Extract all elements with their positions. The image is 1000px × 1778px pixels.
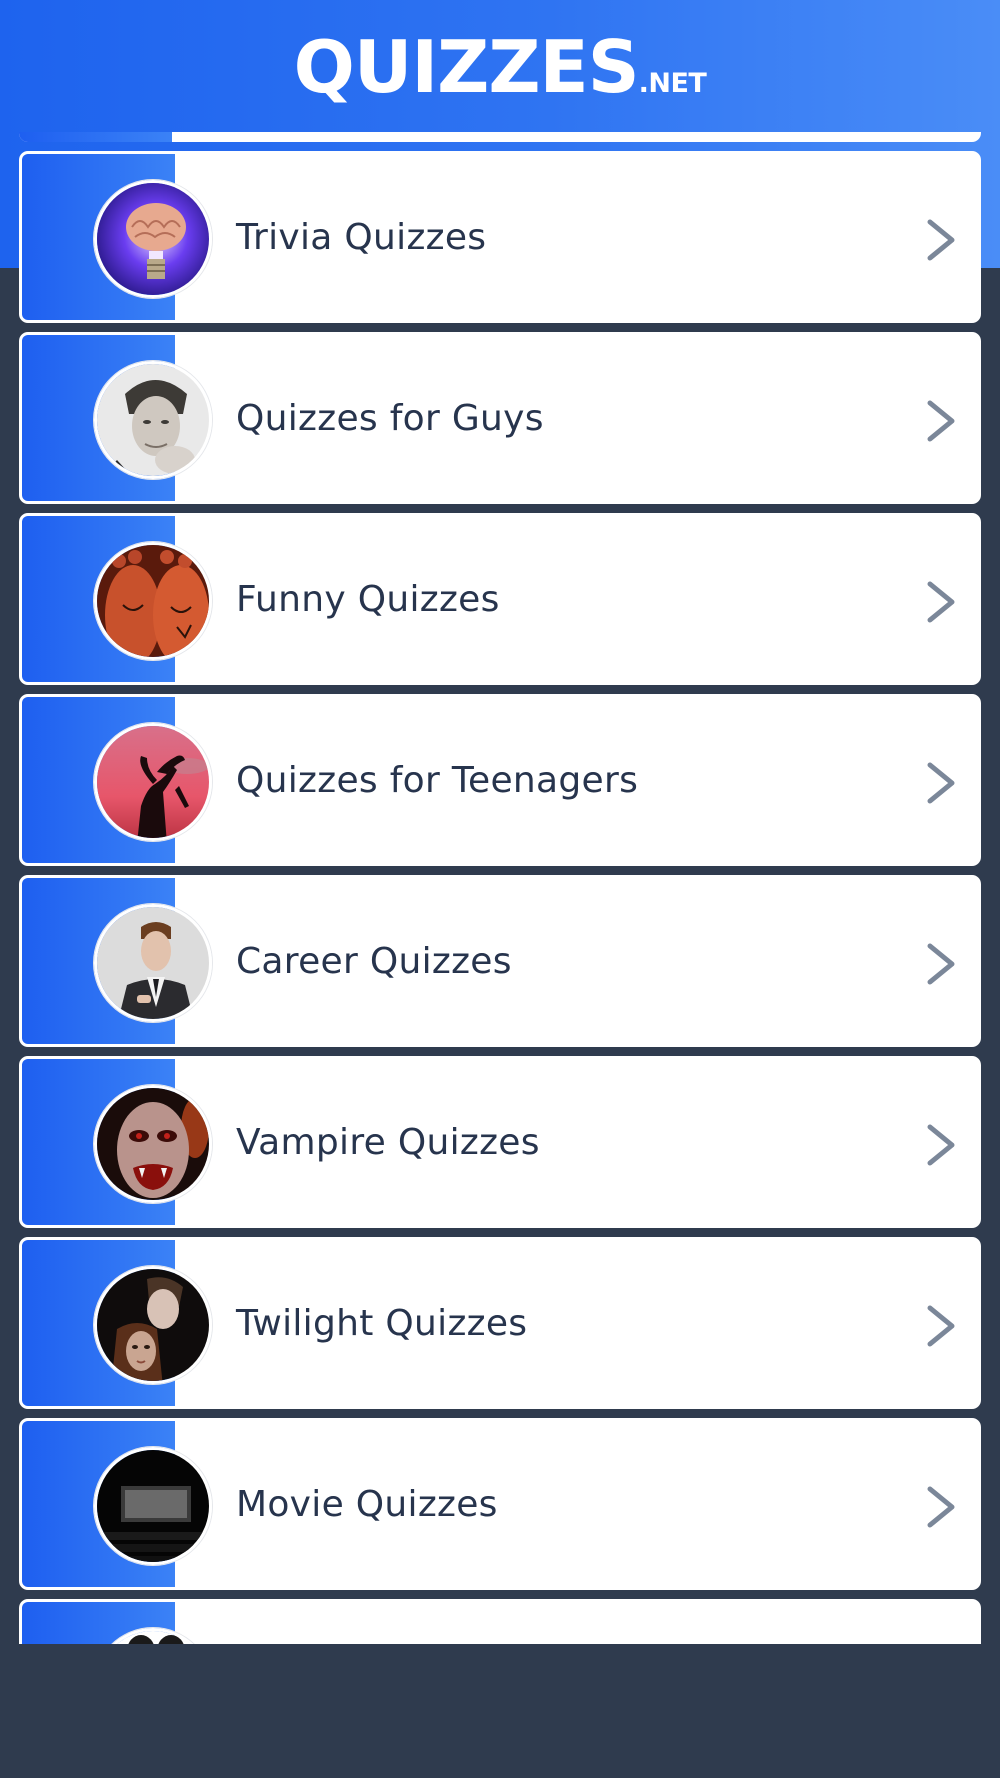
category-label: Twilight Quizzes: [236, 1302, 528, 1344]
movie-theater-image: [94, 1447, 212, 1565]
vampire-face-image: [94, 1085, 212, 1203]
brain-lightbulb-image: [94, 180, 212, 298]
arrow-right-icon: [878, 1124, 955, 1166]
arrow-right-icon: [878, 400, 955, 442]
category-label: Vampire Quizzes: [236, 1121, 540, 1163]
category-label: Movie Quizzes: [236, 1483, 498, 1525]
dancing-silhouette-image: [94, 723, 212, 841]
painted-feet-image: [94, 542, 212, 660]
arrow-right-icon: [878, 219, 955, 261]
arrow-right-icon: [878, 943, 955, 985]
category-label: Quizzes for Guys: [236, 397, 544, 439]
category-label: Trivia Quizzes: [236, 216, 487, 258]
category-card-teenagers[interactable]: Quizzes for Teenagers: [19, 694, 981, 866]
logo-suffix: .NET: [638, 68, 707, 99]
category-label: Funny Quizzes: [236, 578, 500, 620]
category-list: Trivia Quizzes Quizzes for Guys Funny Qu…: [0, 0, 1000, 1644]
category-card-vampire[interactable]: Vampire Quizzes: [19, 1056, 981, 1228]
category-card-partial-bottom[interactable]: [19, 1599, 981, 1644]
category-label: Career Quizzes: [236, 940, 512, 982]
businessman-image: [94, 904, 212, 1022]
man-portrait-image: [94, 361, 212, 479]
logo-wordmark: QUIZZES: [293, 25, 640, 109]
category-card-trivia[interactable]: Trivia Quizzes: [19, 151, 981, 323]
arrow-right-icon: [878, 1305, 955, 1347]
site-logo[interactable]: QUIZZES.NET: [0, 22, 1000, 112]
arrow-right-icon: [878, 1486, 955, 1528]
category-card-movie[interactable]: Movie Quizzes: [19, 1418, 981, 1590]
category-card-twilight[interactable]: Twilight Quizzes: [19, 1237, 981, 1409]
category-card-funny[interactable]: Funny Quizzes: [19, 513, 981, 685]
category-card-career[interactable]: Career Quizzes: [19, 875, 981, 1047]
category-thumbnail: [94, 1628, 212, 1644]
twilight-couple-image: [94, 1266, 212, 1384]
arrow-right-icon: [878, 581, 955, 623]
category-card-guys[interactable]: Quizzes for Guys: [19, 332, 981, 504]
arrow-right-icon: [878, 762, 955, 804]
category-label: Quizzes for Teenagers: [236, 759, 639, 801]
